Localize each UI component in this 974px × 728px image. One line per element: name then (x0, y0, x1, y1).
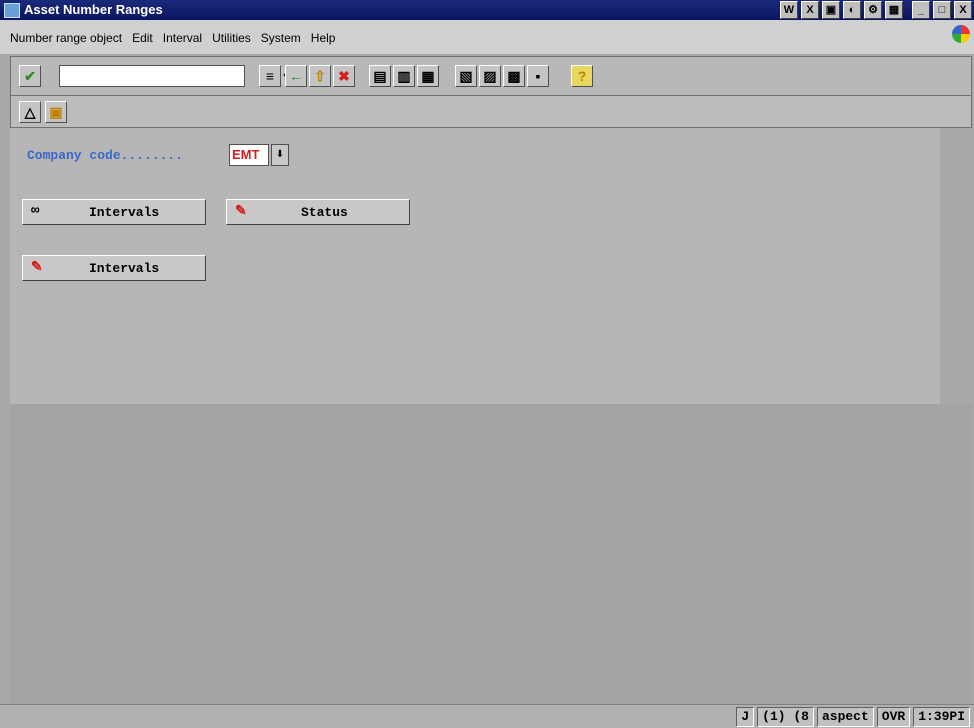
status-fields: J (1) (8 aspect OVR 1:39PI (736, 707, 970, 727)
first-page-icon[interactable]: ▧ (455, 65, 477, 87)
pencil-icon: ✎ (235, 204, 247, 220)
company-code-label: Company code........ (27, 148, 184, 163)
pencil-icon: ✎ (31, 260, 43, 276)
print-icon[interactable]: ▤ (369, 65, 391, 87)
window-icon[interactable]: ▣ (822, 1, 840, 19)
title-bar-icons: W X ▣ ◐ ⚙ ▦ _ □ X (780, 1, 972, 19)
circle-icon[interactable]: ◐ (843, 1, 861, 19)
status-bar: J (1) (8 aspect OVR 1:39PI (0, 704, 974, 728)
intervals-change-label: Intervals (89, 261, 160, 276)
command-field[interactable]: ▼ (59, 65, 293, 87)
menu-interval[interactable]: Interval (163, 31, 202, 45)
save-icon[interactable]: ≡ (259, 65, 281, 87)
status-button[interactable]: ✎ Status (226, 199, 410, 225)
work-area-lower (10, 404, 972, 704)
standard-toolbar: ✔ ▼ ≡ ← ⇧ ✖ ▤ ▥ ▦ ▧ ▨ ▩ ▪ ? (10, 56, 972, 96)
exit-icon[interactable]: ⇧ (309, 65, 331, 87)
cancel-icon[interactable]: ✖ (333, 65, 355, 87)
company-code-input[interactable]: EMT (229, 144, 269, 166)
help-icon[interactable]: ? (571, 65, 593, 87)
status-field-system: J (736, 707, 755, 727)
maximize-button[interactable]: □ (933, 1, 951, 19)
status-field-server: aspect (816, 707, 874, 727)
status-label: Status (301, 205, 348, 220)
minimize-button[interactable]: _ (912, 1, 930, 19)
last-page-icon[interactable]: ▪ (527, 65, 549, 87)
check-icon[interactable]: ✔ (19, 65, 41, 87)
find-icon[interactable]: ▥ (393, 65, 415, 87)
find-next-icon[interactable]: ▦ (417, 65, 439, 87)
intervals-change-button[interactable]: ✎ Intervals (22, 255, 206, 281)
title-bar: Asset Number Ranges W X ▣ ◐ ⚙ ▦ _ □ X (0, 0, 974, 20)
glasses-icon: ∞ (31, 203, 40, 219)
sap-logo-icon (952, 25, 970, 43)
application-toolbar: △ ▣ (10, 96, 972, 128)
menu-system[interactable]: System (261, 31, 301, 45)
overview-icon[interactable]: △ (19, 101, 41, 123)
status-field-mode: OVR (876, 707, 911, 727)
menu-utilities[interactable]: Utilities (212, 31, 251, 45)
intervals-display-button[interactable]: ∞ Intervals (22, 199, 206, 225)
window-title: Asset Number Ranges (24, 2, 163, 17)
settings-icon[interactable]: ⚙ (864, 1, 882, 19)
word-icon[interactable]: W (780, 1, 798, 19)
next-page-icon[interactable]: ▩ (503, 65, 525, 87)
status-field-time: 1:39PI (913, 707, 970, 727)
menu-items: Number range object Edit Interval Utilit… (10, 31, 335, 45)
copy-icon[interactable]: ▣ (45, 101, 67, 123)
menu-bar: Number range object Edit Interval Utilit… (0, 20, 974, 54)
app-icon (4, 3, 20, 18)
previous-page-icon[interactable]: ▨ (479, 65, 501, 87)
grid-icon[interactable]: ▦ (885, 1, 903, 19)
excel-icon[interactable]: X (801, 1, 819, 19)
menu-edit[interactable]: Edit (132, 31, 153, 45)
status-field-session: (1) (8 (757, 707, 814, 727)
menu-number-range-object[interactable]: Number range object (10, 31, 122, 45)
close-button[interactable]: X (954, 1, 972, 19)
possible-entries-icon[interactable]: ⬇ (271, 144, 289, 166)
intervals-display-label: Intervals (89, 205, 160, 220)
menu-help[interactable]: Help (311, 31, 336, 45)
back-icon[interactable]: ← (285, 65, 307, 87)
